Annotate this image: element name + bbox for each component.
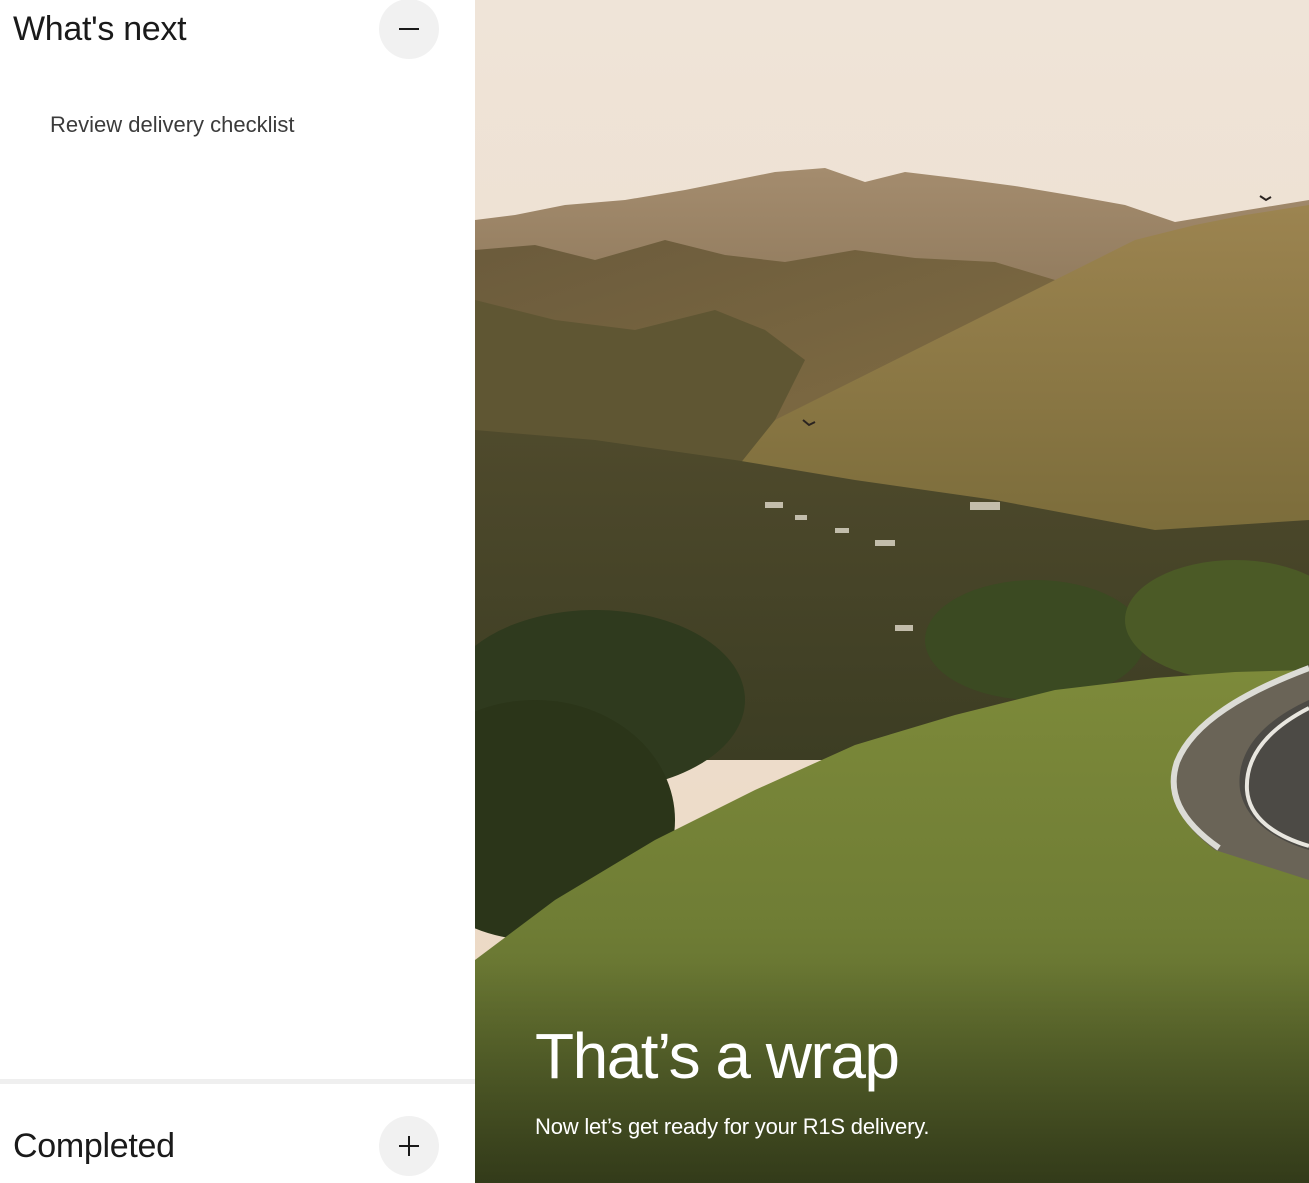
whats-next-header: What's next [0, 0, 475, 59]
expand-completed-button[interactable] [379, 1116, 439, 1176]
hero-image: That’s a wrap Now let’s get ready for yo… [475, 0, 1309, 1183]
whats-next-title: What's next [13, 9, 187, 48]
checklist-panel: What's next Review delivery checklist Co… [0, 0, 475, 1183]
hero-caption: That’s a wrap Now let’s get ready for yo… [535, 1018, 929, 1140]
hero-subtitle: Now let’s get ready for your R1S deliver… [535, 1114, 930, 1139]
hero-title: That’s a wrap [535, 1020, 900, 1092]
page: What's next Review delivery checklist Co… [0, 0, 1309, 1183]
plus-icon [399, 1136, 419, 1156]
mountain-landscape-image [475, 0, 1309, 1183]
collapse-whats-next-button[interactable] [379, 0, 439, 59]
completed-header: Completed [0, 1116, 475, 1176]
completed-title: Completed [13, 1126, 175, 1165]
minus-icon [399, 28, 419, 30]
section-divider [0, 1079, 475, 1084]
review-delivery-checklist-link[interactable]: Review delivery checklist [50, 112, 295, 138]
